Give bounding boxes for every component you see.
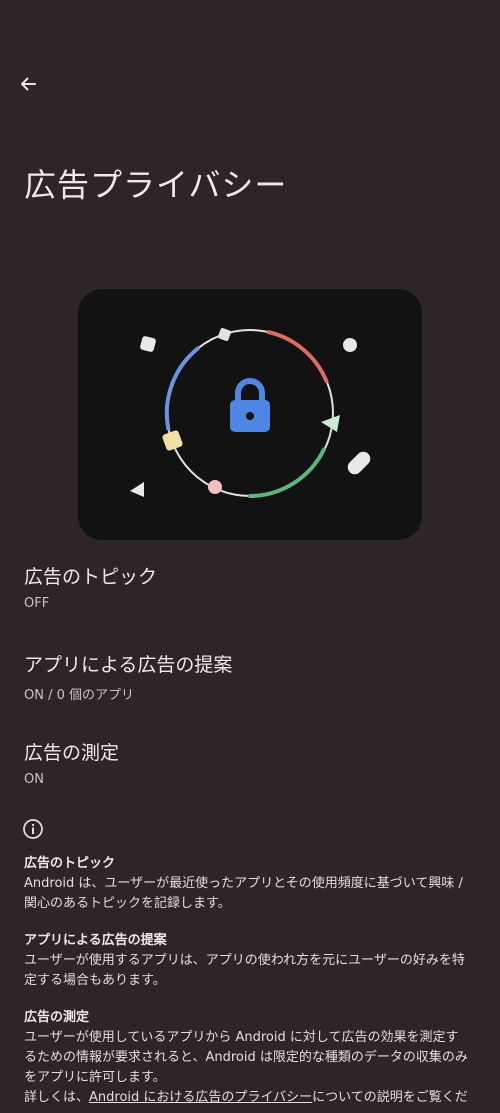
- footer-prefix: 詳しくは、: [24, 1090, 90, 1105]
- setting-label: アプリによる広告の提案: [24, 654, 233, 676]
- setting-label: 広告の測定: [24, 742, 120, 764]
- arrow-back-icon: [21, 77, 36, 91]
- orbit-arc-red: [266, 330, 329, 384]
- info-text-line: ユーザーが使用しているアプリから Android に対して広告の効果を測定す: [24, 1030, 459, 1045]
- info-text-line: をアプリに許可します。: [24, 1070, 166, 1085]
- page-title: 広告プライバシー: [24, 166, 288, 204]
- lock-icon: [230, 378, 270, 432]
- info-footer: 詳しくは、Android における広告のプライバシーについての説明をご覧くだ: [24, 1088, 482, 1108]
- white-pill-shape: [347, 451, 371, 475]
- orbit-arc-blue: [164, 346, 200, 431]
- setting-label: 広告のトピック: [24, 566, 158, 588]
- info-heading: 広告のトピック: [24, 856, 116, 871]
- info-section-app-suggested-ads: アプリによる広告の提案 ユーザーが使用するアプリは、アプリの使われ方を元にユーザ…: [24, 931, 482, 991]
- diamond-shape: [218, 328, 231, 341]
- setting-app-suggested-ads[interactable]: アプリによる広告の提案 ON / 0 個のアプリ: [24, 650, 476, 703]
- info-text-line: 定する場合もあります。: [24, 973, 166, 988]
- orbit-arc-green: [248, 447, 326, 498]
- info-text-line: Android は、ユーザーが最近使ったアプリとその使用頻度に基づいて興味 /: [24, 876, 463, 891]
- yellow-square-shape: [162, 430, 183, 451]
- info-heading: アプリによる広告の提案: [24, 933, 167, 948]
- setting-value: ON: [24, 772, 44, 787]
- info-heading: 広告の測定: [24, 1010, 90, 1025]
- info-section-ad-topics: 広告のトピック Android は、ユーザーが最近使ったアプリとその使用頻度に基…: [24, 854, 482, 914]
- pink-dot-shape: [208, 480, 222, 494]
- ad-privacy-screen: 広告プライバシー 広告のトピック OFF アプリによる広告の提案 ON / 0 …: [0, 0, 500, 1113]
- setting-ad-measurement[interactable]: 広告の測定 ON: [24, 738, 476, 787]
- back-button[interactable]: [14, 70, 42, 98]
- info-text-line: ユーザーが使用するアプリは、アプリの使われ方を元にユーザーの好みを特: [24, 953, 465, 968]
- white-dot-shape: [343, 338, 357, 352]
- footer-suffix: についての説明をご覧くだ: [312, 1090, 468, 1105]
- setting-ad-topics[interactable]: 広告のトピック OFF: [24, 562, 476, 611]
- white-square-shape: [140, 336, 156, 352]
- info-icon: [23, 819, 43, 839]
- illustration-graphic: [130, 328, 371, 498]
- ad-privacy-illustration: [78, 289, 422, 540]
- ad-privacy-link[interactable]: Android における広告のプライバシー: [89, 1090, 312, 1105]
- setting-value: OFF: [24, 596, 50, 611]
- setting-value: ON / 0 個のアプリ: [24, 688, 135, 703]
- info-text-line: るための情報が要求されると、Android は限定的な種類のデータの収集のみ: [24, 1050, 468, 1065]
- white-triangle-shape: [130, 482, 144, 497]
- info-text-line: 関心のあるトピックを記録します。: [24, 896, 231, 911]
- info-section-ad-measurement: 広告の測定 ユーザーが使用しているアプリから Android に対して広告の効果…: [24, 1008, 482, 1108]
